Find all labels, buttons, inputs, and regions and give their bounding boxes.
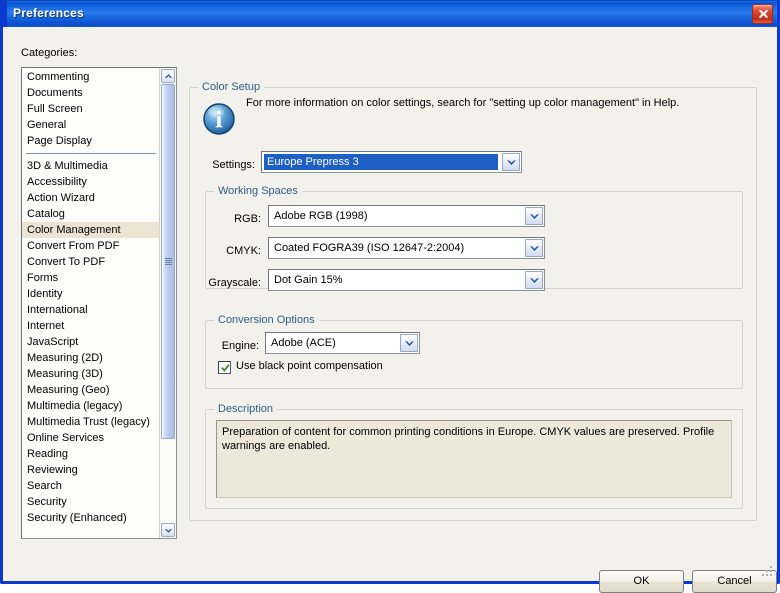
info-icon	[201, 101, 237, 137]
cmyk-label: CMYK:	[226, 245, 261, 257]
grayscale-combobox[interactable]: Dot Gain 15%	[268, 269, 545, 291]
sidebar-item-reviewing[interactable]: Reviewing	[22, 462, 160, 478]
grayscale-value: Dot Gain 15%	[274, 274, 343, 286]
window-title: Preferences	[13, 6, 84, 20]
sidebar-item-commenting[interactable]: Commenting	[22, 69, 160, 85]
cmyk-dropdown-arrow[interactable]	[525, 239, 543, 257]
color-setup-info-text: For more information on color settings, …	[246, 97, 680, 109]
scroll-down-button[interactable]	[161, 523, 175, 537]
categories-scrollbar[interactable]	[159, 68, 176, 538]
ok-button[interactable]: OK	[599, 570, 684, 593]
black-point-label[interactable]: Use black point compensation	[236, 360, 383, 372]
grayscale-label: Grayscale:	[208, 277, 261, 289]
sidebar-item-measuring-geo[interactable]: Measuring (Geo)	[22, 382, 160, 398]
sidebar-item-security[interactable]: Security	[22, 494, 160, 510]
categories-listbox[interactable]: Commenting Documents Full Screen General Pag…	[21, 67, 177, 539]
rgb-value: Adobe RGB (1998)	[274, 210, 368, 222]
settings-value: Europe Prepress 3	[267, 156, 359, 168]
sidebar-item-online-services[interactable]: Online Services	[22, 430, 160, 446]
rgb-label: RGB:	[234, 213, 261, 225]
sidebar-item-full-screen[interactable]: Full Screen	[22, 101, 160, 117]
sidebar-item-identity[interactable]: Identity	[22, 286, 160, 302]
settings-label: Settings:	[212, 159, 255, 171]
sidebar-item-catalog[interactable]: Catalog	[22, 206, 160, 222]
sidebar-item-measuring-3d[interactable]: Measuring (3D)	[22, 366, 160, 382]
scroll-up-button[interactable]	[161, 69, 175, 83]
color-setup-title: Color Setup	[198, 81, 265, 93]
sidebar-item-convert-from-pdf[interactable]: Convert From PDF	[22, 238, 160, 254]
sidebar-item-multimedia-legacy[interactable]: Multimedia (legacy)	[22, 398, 160, 414]
sidebar-item-general[interactable]: General	[22, 117, 160, 133]
rgb-combobox[interactable]: Adobe RGB (1998)	[268, 205, 545, 227]
sidebar-item-multimedia-trust-legacy[interactable]: Multimedia Trust (legacy)	[22, 414, 160, 430]
sidebar-item-color-management[interactable]: Color Management	[22, 222, 160, 238]
engine-label: Engine:	[221, 340, 259, 352]
settings-value-wrap: Europe Prepress 3	[263, 153, 499, 171]
engine-value: Adobe (ACE)	[271, 337, 336, 349]
cmyk-combobox[interactable]: Coated FOGRA39 (ISO 12647-2:2004)	[268, 237, 545, 259]
black-point-checkbox[interactable]	[218, 361, 231, 374]
categories-list: Commenting Documents Full Screen General Pag…	[22, 68, 160, 526]
sidebar-item-convert-to-pdf[interactable]: Convert To PDF	[22, 254, 160, 270]
conversion-options-group: Conversion Options	[205, 314, 743, 389]
description-text: Preparation of content for common printi…	[216, 420, 732, 498]
sidebar-item-reading[interactable]: Reading	[22, 446, 160, 462]
sidebar-item-international[interactable]: International	[22, 302, 160, 318]
sidebar-item-accessibility[interactable]: Accessibility	[22, 174, 160, 190]
description-title: Description	[214, 403, 278, 415]
engine-combobox[interactable]: Adobe (ACE)	[265, 332, 420, 354]
resize-grip-icon[interactable]	[762, 566, 774, 578]
title-bar[interactable]: Preferences	[3, 0, 777, 28]
sidebar-item-search[interactable]: Search	[22, 478, 160, 494]
sidebar-item-javascript[interactable]: JavaScript	[22, 334, 160, 350]
conversion-options-title: Conversion Options	[214, 314, 319, 326]
close-button[interactable]	[752, 4, 773, 24]
scroll-thumb[interactable]	[161, 84, 175, 439]
rgb-dropdown-arrow[interactable]	[525, 207, 543, 225]
sidebar-item-forms[interactable]: Forms	[22, 270, 160, 286]
working-spaces-title: Working Spaces	[214, 185, 302, 197]
sidebar-item-internet[interactable]: Internet	[22, 318, 160, 334]
categories-group-secondary: 3D & Multimedia Accessibility Action Wizar…	[22, 158, 160, 526]
dialog-client-area: Categories: Commenting Documents Full Scre…	[3, 27, 777, 593]
engine-dropdown-arrow[interactable]	[400, 334, 418, 352]
sidebar-item-measuring-2d[interactable]: Measuring (2D)	[22, 350, 160, 366]
categories-label: Categories:	[21, 47, 78, 59]
sidebar-item-security-enhanced[interactable]: Security (Enhanced)	[22, 510, 160, 526]
preferences-dialog: Preferences Categories: Commenting Docume…	[0, 0, 780, 593]
settings-combobox[interactable]: Europe Prepress 3	[261, 151, 522, 173]
grayscale-dropdown-arrow[interactable]	[525, 271, 543, 289]
sidebar-item-documents[interactable]: Documents	[22, 85, 160, 101]
cmyk-value: Coated FOGRA39 (ISO 12647-2:2004)	[274, 242, 465, 254]
categories-group-primary: Commenting Documents Full Screen General Pag…	[22, 69, 160, 149]
sidebar-item-action-wizard[interactable]: Action Wizard	[22, 190, 160, 206]
sidebar-item-page-display[interactable]: Page Display	[22, 133, 160, 149]
scroll-thumb-grip	[165, 257, 172, 266]
settings-dropdown-arrow[interactable]	[502, 153, 520, 171]
titlebar-left-edge	[3, 1, 7, 28]
sidebar-item-3d-multimedia[interactable]: 3D & Multimedia	[22, 158, 160, 174]
list-separator	[22, 149, 160, 158]
